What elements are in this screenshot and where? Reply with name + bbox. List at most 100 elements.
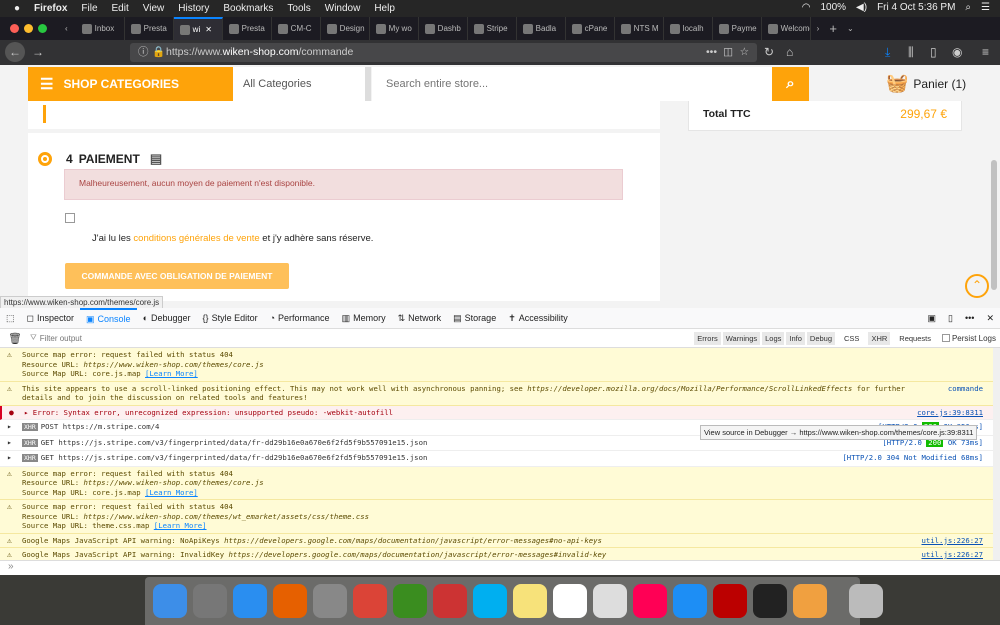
- close-window-button[interactable]: [10, 24, 19, 33]
- filter-errors[interactable]: Errors: [694, 331, 721, 345]
- source-link[interactable]: commande: [948, 384, 983, 394]
- learn-more-link[interactable]: [Learn More]: [145, 369, 198, 378]
- element-picker-icon[interactable]: ⬚: [0, 308, 21, 329]
- browser-tab[interactable]: NTS M: [615, 17, 664, 40]
- docs-link[interactable]: https://developers.google.com/maps/docum…: [224, 536, 602, 545]
- devtools-tab-performance[interactable]: ◔ Performance: [264, 308, 336, 329]
- menu-edit[interactable]: Edit: [112, 3, 129, 14]
- devtools-tab-inspector[interactable]: ◻ Inspector: [21, 308, 81, 329]
- menu-bookmarks[interactable]: Bookmarks: [223, 3, 273, 14]
- learn-more-link[interactable]: [Learn More]: [145, 488, 198, 497]
- browser-tab[interactable]: Welcome: [762, 17, 811, 40]
- devtools-tab-style-editor[interactable]: {} Style Editor: [197, 308, 264, 329]
- photos-icon[interactable]: [593, 584, 627, 618]
- browser-tab[interactable]: Stripe: [468, 17, 517, 40]
- devtools-tab-debugger[interactable]: ◐ Debugger: [137, 308, 197, 329]
- dreamweaver-icon[interactable]: [393, 584, 427, 618]
- menu-window[interactable]: Window: [325, 3, 361, 14]
- app-store-icon[interactable]: [673, 584, 707, 618]
- safari-icon[interactable]: [233, 584, 267, 618]
- close-tab-icon[interactable]: ✕: [205, 25, 212, 34]
- pocket-icon[interactable]: ◫: [723, 43, 733, 62]
- volume-icon[interactable]: ◀): [856, 2, 867, 13]
- learn-more-link[interactable]: [Learn More]: [154, 521, 207, 530]
- devtools-tab-memory[interactable]: ▥ Memory: [336, 308, 392, 329]
- menu-view[interactable]: View: [143, 3, 165, 14]
- terms-checkbox[interactable]: [65, 213, 75, 223]
- hamburger-menu-icon[interactable]: ≡: [982, 45, 989, 59]
- filter-logs[interactable]: Logs: [762, 331, 785, 345]
- expand-arrow-icon[interactable]: ▸: [7, 438, 12, 448]
- place-order-button[interactable]: COMMANDE AVEC OBLIGATION DE PAIEMENT: [65, 263, 289, 289]
- filter-xhr[interactable]: XHR: [868, 331, 891, 345]
- terminal-icon[interactable]: [753, 584, 787, 618]
- cart-button[interactable]: 🧺 Panier (1): [886, 73, 966, 94]
- expand-arrow-icon[interactable]: ▸: [7, 422, 12, 432]
- console-input[interactable]: »: [0, 560, 1000, 575]
- filezilla-icon[interactable]: [713, 584, 747, 618]
- devtools-tab-accessibility[interactable]: ✝ Accessibility: [502, 308, 574, 329]
- reload-icon[interactable]: ↻: [764, 45, 774, 59]
- sidebar-icon[interactable]: ▯: [930, 45, 937, 59]
- devtools-tab-storage[interactable]: ▤ Storage: [447, 308, 502, 329]
- scroll-to-top-button[interactable]: ⌃: [965, 274, 989, 298]
- devtools-more-icon[interactable]: •••: [959, 308, 980, 329]
- browser-tab[interactable]: cPane: [566, 17, 615, 40]
- bookmark-star-icon[interactable]: ☆: [740, 43, 749, 62]
- responsive-mode-icon[interactable]: ▯: [942, 308, 959, 329]
- notes-icon[interactable]: [513, 584, 547, 618]
- menu-history[interactable]: History: [178, 3, 209, 14]
- menu-app-name[interactable]: Firefox: [34, 3, 67, 14]
- apple-icon[interactable]: ●: [14, 3, 20, 14]
- devtools-close-icon[interactable]: ✕: [980, 308, 1000, 329]
- account-icon[interactable]: ◉: [952, 45, 962, 59]
- filter-requests[interactable]: Requests: [896, 332, 934, 345]
- chrome-icon[interactable]: [353, 584, 387, 618]
- menu-help[interactable]: Help: [374, 3, 395, 14]
- library-icon[interactable]: ⫼: [908, 45, 914, 60]
- info-icon[interactable]: ⓘ: [138, 43, 149, 62]
- new-tab-icon[interactable]: +: [829, 21, 837, 36]
- back-button[interactable]: ←: [5, 42, 25, 62]
- browser-tab[interactable]: Design: [321, 17, 370, 40]
- macos-installer-icon[interactable]: [793, 584, 827, 618]
- home-icon[interactable]: ⌂: [786, 45, 793, 59]
- devtools-tab-network[interactable]: ⇅ Network: [392, 308, 448, 329]
- tab-list-chevron-icon[interactable]: ⌄: [847, 24, 854, 33]
- finder-icon[interactable]: [153, 584, 187, 618]
- filter-info[interactable]: Info: [786, 331, 805, 345]
- download-icon[interactable]: ⤓: [885, 45, 890, 60]
- source-link[interactable]: util.js:226:27: [921, 536, 983, 546]
- docs-link[interactable]: https://developer.mozilla.org/docs/Mozil…: [527, 384, 852, 393]
- tabs-scroll-left-icon[interactable]: ‹: [65, 24, 68, 33]
- browser-tab[interactable]: Presta: [125, 17, 174, 40]
- page-scrollbar[interactable]: [991, 160, 997, 290]
- dock-icon[interactable]: ▣: [922, 308, 943, 329]
- spotlight-icon[interactable]: ⌕: [965, 2, 971, 13]
- paw-icon[interactable]: [433, 584, 467, 618]
- calendar-icon[interactable]: [553, 584, 587, 618]
- browser-tab[interactable]: Presta: [223, 17, 272, 40]
- category-select[interactable]: All Categories: [233, 67, 371, 101]
- menu-tools[interactable]: Tools: [287, 3, 310, 14]
- source-link[interactable]: util.js:226:27: [921, 550, 983, 560]
- tabs-scroll-right-icon[interactable]: ›: [817, 24, 820, 33]
- system-preferences-icon[interactable]: [313, 584, 347, 618]
- page-actions-icon[interactable]: •••: [706, 43, 717, 62]
- menu-file[interactable]: File: [81, 3, 97, 14]
- console-scrollbar[interactable]: [993, 348, 1000, 560]
- source-link[interactable]: core.js:39:8311: [917, 408, 983, 418]
- skype-icon[interactable]: [473, 584, 507, 618]
- browser-tab[interactable]: Badla: [517, 17, 566, 40]
- filter-css[interactable]: CSS: [841, 332, 862, 345]
- notification-icon[interactable]: ☰: [981, 2, 990, 13]
- browser-tab[interactable]: My wo: [370, 17, 419, 40]
- docs-link[interactable]: https://developers.google.com/maps/docum…: [228, 550, 606, 559]
- launchpad-icon[interactable]: [193, 584, 227, 618]
- browser-tab[interactable]: Payme: [713, 17, 762, 40]
- firefox-icon[interactable]: [273, 584, 307, 618]
- browser-tab[interactable]: Inbox: [76, 17, 125, 40]
- filter-output-input[interactable]: [39, 333, 340, 343]
- browser-tab[interactable]: wi ✕: [173, 17, 223, 40]
- xhr-request[interactable]: ▸ XHR GET https://js.stripe.com/v3/fingerp…: [0, 451, 993, 467]
